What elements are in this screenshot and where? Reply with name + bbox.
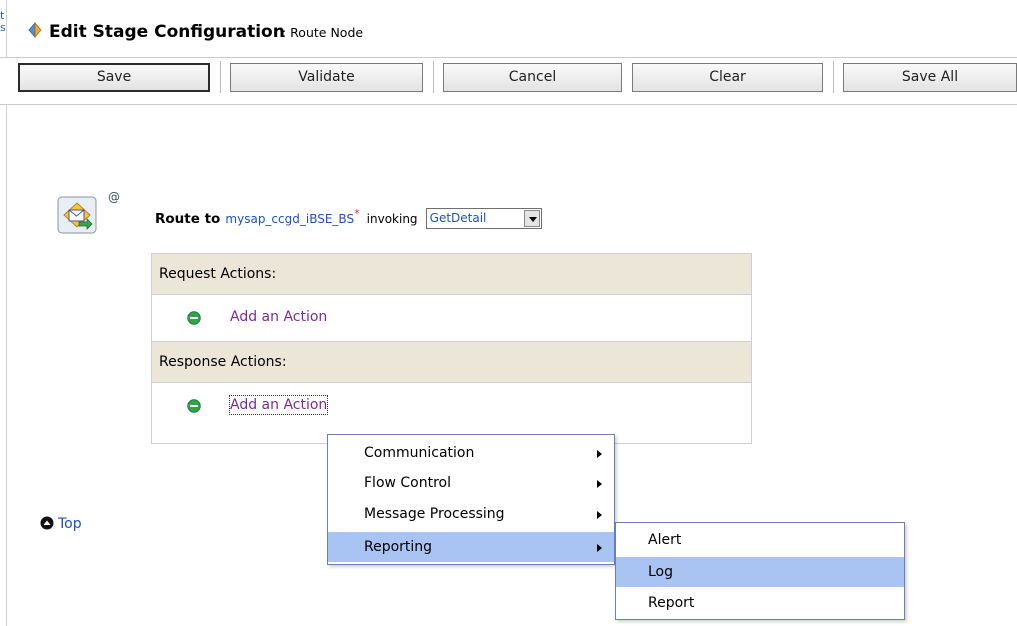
submenu-arrow-icon xyxy=(597,544,602,552)
menu-item-label: Communication xyxy=(364,445,475,461)
toolbar-separator xyxy=(833,61,834,93)
submenu-arrow-icon xyxy=(597,480,602,488)
invoking-label: invoking xyxy=(366,212,418,226)
route-to-label: Route to xyxy=(155,211,221,227)
top-link[interactable]: Top xyxy=(40,513,82,532)
request-action-row: Add an Action xyxy=(152,295,751,342)
chevron-down-icon[interactable] xyxy=(523,210,540,227)
submenu-arrow-icon xyxy=(597,511,602,519)
left-text-fragment: s xyxy=(0,22,6,34)
menu-item-label: Message Processing xyxy=(364,506,505,522)
submenu-item-report[interactable]: Report xyxy=(616,588,904,618)
stage-icon xyxy=(28,22,42,38)
route-node-icon xyxy=(57,196,97,234)
toolbar: Save Validate Cancel Clear Save All xyxy=(0,57,1017,105)
response-actions-header: Response Actions: xyxy=(152,342,751,383)
request-add-action-link[interactable]: Add an Action xyxy=(230,308,327,326)
menu-item-communication[interactable]: Communication xyxy=(328,438,614,468)
toolbar-separator xyxy=(220,61,221,93)
page-subtitle: : Route Node xyxy=(282,25,364,40)
cancel-button[interactable]: Cancel xyxy=(443,63,622,92)
validate-button[interactable]: Validate xyxy=(230,63,423,92)
add-action-icon[interactable] xyxy=(187,311,201,325)
menu-item-message-processing[interactable]: Message Processing xyxy=(328,499,614,529)
request-actions-header: Request Actions: xyxy=(152,254,751,295)
add-action-menu: Communication Flow Control Message Proce… xyxy=(327,434,615,565)
toolbar-separator xyxy=(433,61,434,93)
route-line: Route to mysap_ccgd_iBSE_BS* invoking Ge… xyxy=(155,207,542,231)
operation-value: GetDetail xyxy=(429,211,487,225)
reporting-submenu: Alert Log Report xyxy=(615,522,905,620)
menu-item-label: Flow Control xyxy=(364,475,452,491)
at-sign-marker: @ xyxy=(108,190,120,204)
save-button[interactable]: Save xyxy=(18,63,210,92)
arrow-up-icon xyxy=(40,516,54,530)
operation-select[interactable]: GetDetail xyxy=(425,208,542,229)
submenu-arrow-icon xyxy=(597,450,602,458)
submenu-item-alert[interactable]: Alert xyxy=(616,525,904,555)
save-all-button[interactable]: Save All xyxy=(843,63,1017,92)
page-title: Edit Stage Configuration xyxy=(49,22,285,42)
menu-item-flow-control[interactable]: Flow Control xyxy=(328,468,614,498)
service-link[interactable]: mysap_ccgd_iBSE_BS xyxy=(225,212,354,226)
clear-button[interactable]: Clear xyxy=(632,63,823,92)
top-link-label: Top xyxy=(58,516,82,532)
actions-table: Request Actions: Add an Action Response … xyxy=(151,253,752,444)
menu-item-reporting[interactable]: Reporting xyxy=(328,532,614,562)
required-marker: * xyxy=(354,207,360,220)
response-add-action-link[interactable]: Add an Action xyxy=(228,395,329,415)
submenu-item-log[interactable]: Log xyxy=(616,557,904,587)
left-text-fragment: t xyxy=(0,10,5,22)
add-action-icon[interactable] xyxy=(187,399,201,413)
menu-item-label: Reporting xyxy=(364,539,433,555)
